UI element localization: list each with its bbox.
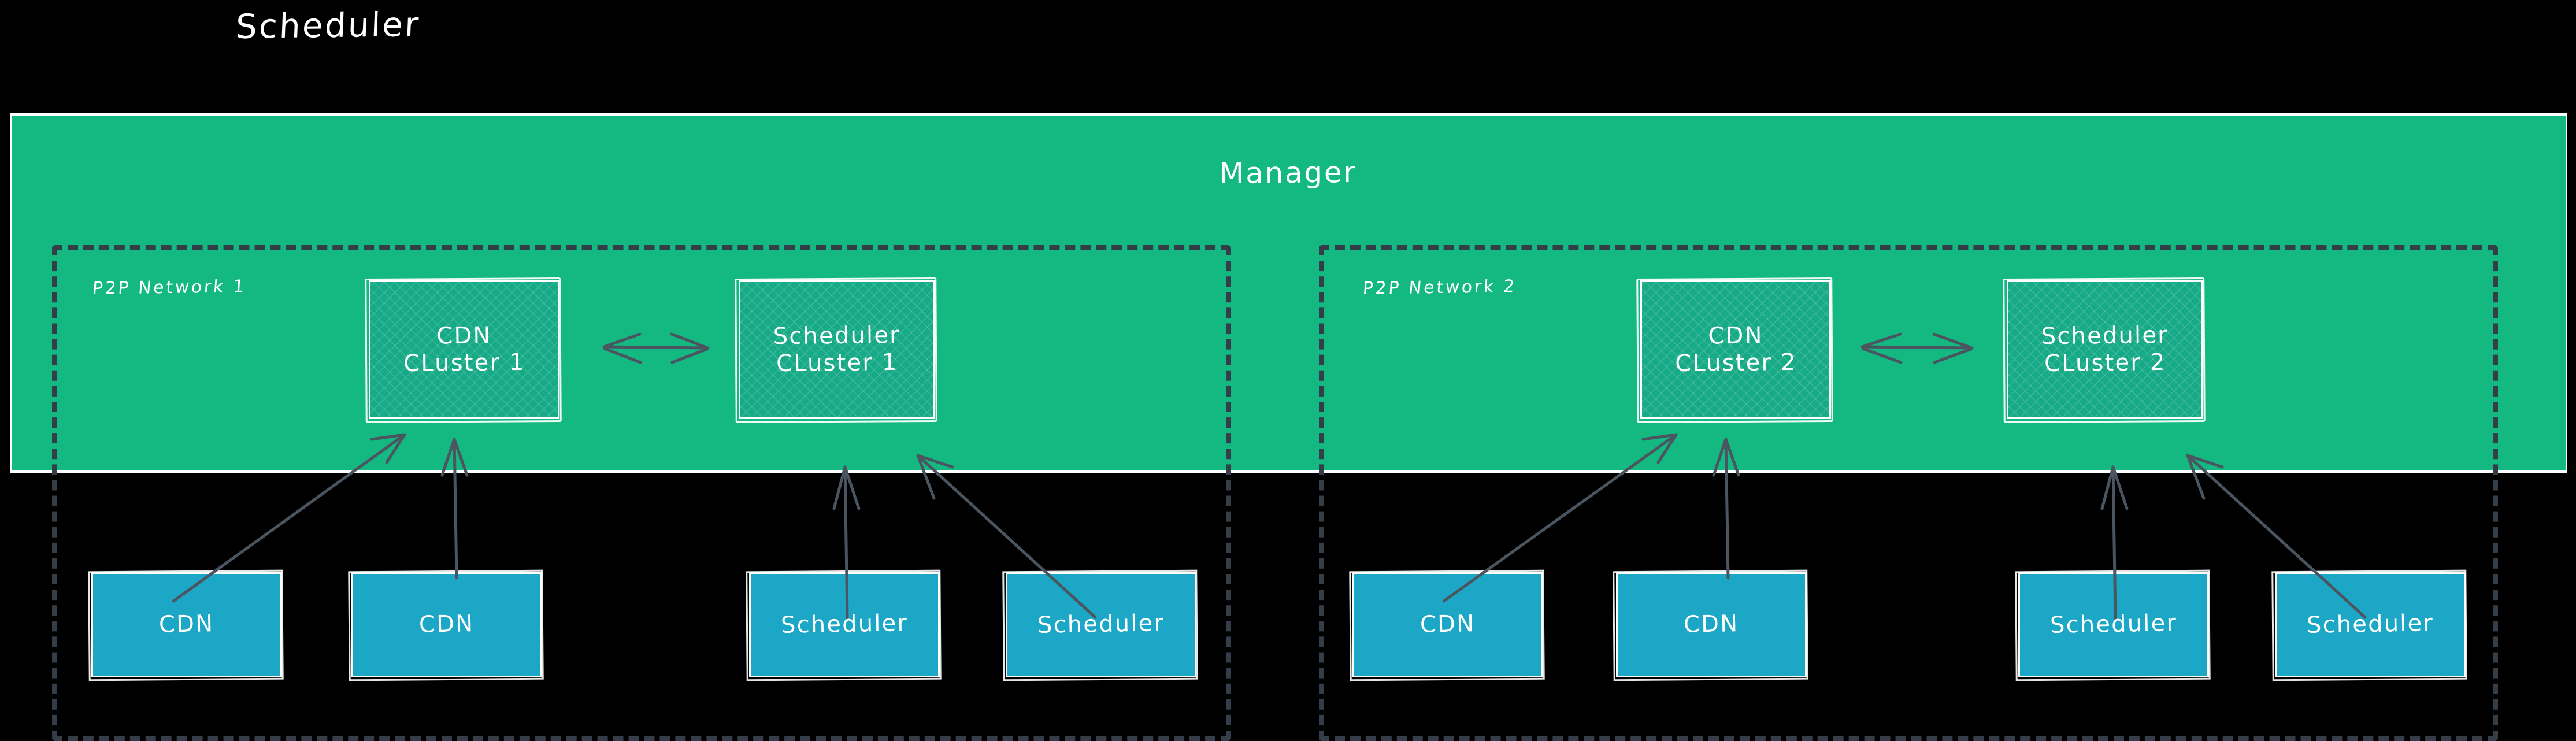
cdn-node-1b-box[interactable]: CDN bbox=[351, 572, 542, 677]
cdn-cluster-1-label: CDN CLuster 1 bbox=[403, 322, 525, 377]
cdn-node-1a-box[interactable]: CDN bbox=[91, 572, 282, 677]
scheduler-node-2b-label: Scheduler bbox=[2306, 610, 2434, 639]
scheduler-node-1b-box[interactable]: Scheduler bbox=[1006, 572, 1196, 677]
scheduler-cluster-2-label: Scheduler CLuster 2 bbox=[2041, 321, 2169, 377]
p2p-network-1-label: P2P Network 1 bbox=[91, 276, 247, 299]
scheduler-node-2a-label: Scheduler bbox=[2049, 610, 2178, 639]
scheduler-node-1a-label: Scheduler bbox=[780, 610, 909, 639]
scheduler-node-2b-box[interactable]: Scheduler bbox=[2275, 572, 2466, 677]
cdn-node-2b-label: CDN bbox=[1683, 610, 1740, 639]
scheduler-node-1b-label: Scheduler bbox=[1037, 610, 1165, 639]
cdn-cluster-2-label: CDN CLuster 2 bbox=[1674, 322, 1797, 377]
cdn-node-1a-label: CDN bbox=[158, 610, 215, 639]
scheduler-cluster-1-box[interactable]: Scheduler CLuster 1 bbox=[739, 280, 935, 419]
cdn-node-2b-box[interactable]: CDN bbox=[1616, 572, 1807, 677]
cdn-cluster-2-box[interactable]: CDN CLuster 2 bbox=[1640, 280, 1831, 419]
p2p-network-2-label: P2P Network 2 bbox=[1362, 276, 1517, 299]
scheduler-cluster-1-label: Scheduler CLuster 1 bbox=[773, 321, 901, 377]
cdn-cluster-1-box[interactable]: CDN CLuster 1 bbox=[369, 280, 559, 419]
diagram-canvas: Scheduler Manager P2P Network 1 P2P Netw… bbox=[0, 0, 2576, 741]
scheduler-cluster-2-box[interactable]: Scheduler CLuster 2 bbox=[2007, 280, 2203, 419]
cdn-node-2a-label: CDN bbox=[1419, 610, 1476, 639]
scheduler-node-2a-box[interactable]: Scheduler bbox=[2018, 572, 2209, 677]
cdn-node-1b-label: CDN bbox=[418, 610, 475, 639]
scheduler-node-1a-box[interactable]: Scheduler bbox=[749, 572, 940, 677]
page-title: Scheduler bbox=[235, 5, 421, 46]
cdn-node-2a-box[interactable]: CDN bbox=[1352, 572, 1543, 677]
